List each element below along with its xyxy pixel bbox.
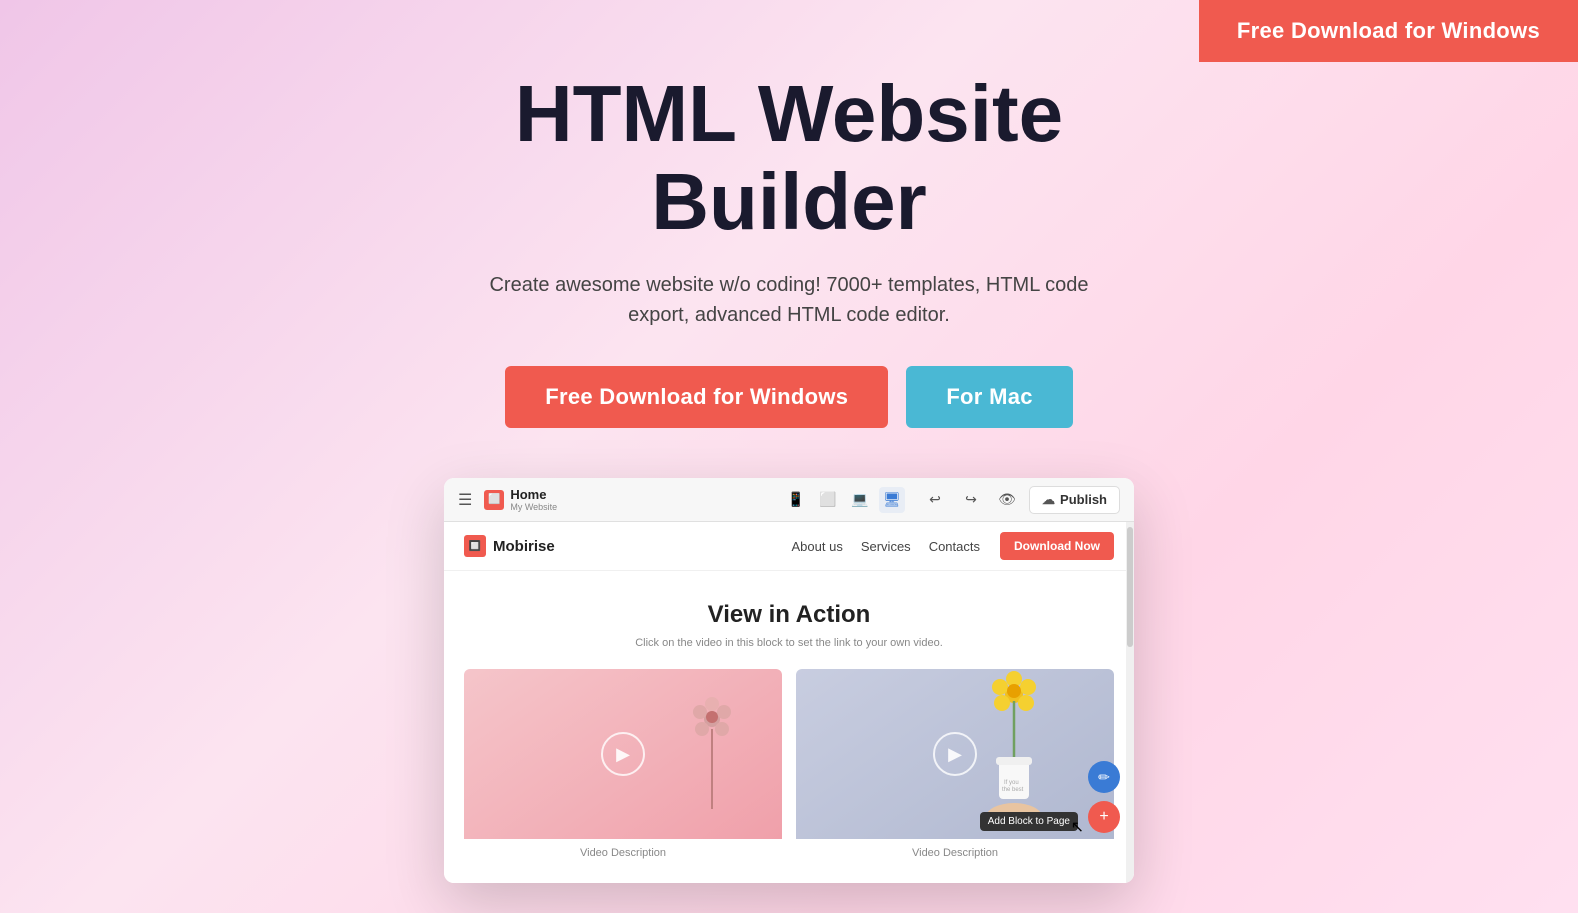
home-page-item[interactable]: ⬜ Home My Website bbox=[484, 487, 557, 512]
hero-buttons: Free Download for Windows For Mac bbox=[505, 366, 1073, 428]
section-title: View in Action bbox=[464, 601, 1114, 629]
play-button-2[interactable]: ▶ bbox=[933, 732, 977, 776]
video-thumb-1[interactable]: ▶ bbox=[464, 669, 782, 839]
laptop-view-icon[interactable]: 💻 bbox=[847, 487, 873, 513]
site-content: View in Action Click on the video in thi… bbox=[444, 571, 1134, 883]
section-subtitle: Click on the video in this block to set … bbox=[464, 637, 1114, 649]
site-logo-icon: 🔲 bbox=[464, 535, 486, 557]
nav-services[interactable]: Services bbox=[861, 539, 911, 554]
app-mockup: ☰ ⬜ Home My Website 📱 ⬜ 💻 🖥 ↩ ↪ 👁 ☁ bbox=[444, 478, 1134, 883]
device-icons: 📱 ⬜ 💻 🖥 bbox=[783, 487, 905, 513]
mobile-view-icon[interactable]: 📱 bbox=[783, 487, 809, 513]
flower-decoration-1 bbox=[672, 679, 752, 809]
hero-title: HTML Website Builder bbox=[389, 70, 1189, 246]
scrollbar-thumb[interactable] bbox=[1127, 527, 1133, 647]
hero-subtitle: Create awesome website w/o coding! 7000+… bbox=[459, 270, 1119, 330]
video-grid: ▶ Video Description bbox=[464, 669, 1114, 863]
video-desc-2: Video Description bbox=[796, 847, 1114, 863]
publish-upload-icon: ☁ bbox=[1042, 492, 1055, 508]
preview-icon[interactable]: 👁 bbox=[993, 486, 1021, 514]
app-toolbar: ☰ ⬜ Home My Website 📱 ⬜ 💻 🖥 ↩ ↪ 👁 ☁ bbox=[444, 478, 1134, 522]
publish-label: Publish bbox=[1060, 492, 1107, 507]
nav-links: About us Services Contacts bbox=[792, 539, 981, 554]
cursor-indicator: ↖ bbox=[1071, 817, 1084, 837]
mac-download-button[interactable]: For Mac bbox=[906, 366, 1072, 428]
add-block-tooltip: Add Block to Page bbox=[980, 812, 1078, 831]
desktop-view-icon[interactable]: 🖥 bbox=[879, 487, 905, 513]
edit-fab-button[interactable]: ✏ bbox=[1088, 761, 1120, 793]
hero-section: HTML Website Builder Create awesome webs… bbox=[0, 0, 1578, 913]
play-button-1[interactable]: ▶ bbox=[601, 732, 645, 776]
nav-about[interactable]: About us bbox=[792, 539, 843, 554]
video-card-1: ▶ Video Description bbox=[464, 669, 782, 863]
add-fab-button[interactable]: + bbox=[1088, 801, 1120, 833]
svg-text:the best: the best bbox=[1002, 787, 1024, 793]
publish-button[interactable]: ☁ Publish bbox=[1029, 486, 1120, 514]
site-navbar: 🔲 Mobirise About us Services Contacts Do… bbox=[444, 522, 1134, 571]
redo-icon[interactable]: ↪ bbox=[957, 486, 985, 514]
page-name-label: Home bbox=[510, 487, 557, 502]
scrollbar[interactable] bbox=[1126, 522, 1134, 883]
video-desc-1: Video Description bbox=[464, 847, 782, 863]
page-icon: ⬜ bbox=[484, 490, 504, 510]
hamburger-icon[interactable]: ☰ bbox=[458, 490, 472, 510]
nav-contacts[interactable]: Contacts bbox=[929, 539, 980, 554]
undo-icon[interactable]: ↩ bbox=[921, 486, 949, 514]
nav-download-button[interactable]: Download Now bbox=[1000, 532, 1114, 560]
toolbar-actions: ↩ ↪ 👁 ☁ Publish bbox=[921, 486, 1120, 514]
tablet-view-icon[interactable]: ⬜ bbox=[815, 487, 841, 513]
windows-download-button[interactable]: Free Download for Windows bbox=[505, 366, 888, 428]
site-name-label: My Website bbox=[510, 502, 557, 512]
top-download-button[interactable]: Free Download for Windows bbox=[1199, 0, 1578, 62]
site-logo-name: Mobirise bbox=[493, 538, 555, 555]
svg-text:If you: If you bbox=[1004, 780, 1019, 786]
video-card-2: If you the best ▶ Video Description bbox=[796, 669, 1114, 863]
site-logo: 🔲 Mobirise bbox=[464, 535, 555, 557]
